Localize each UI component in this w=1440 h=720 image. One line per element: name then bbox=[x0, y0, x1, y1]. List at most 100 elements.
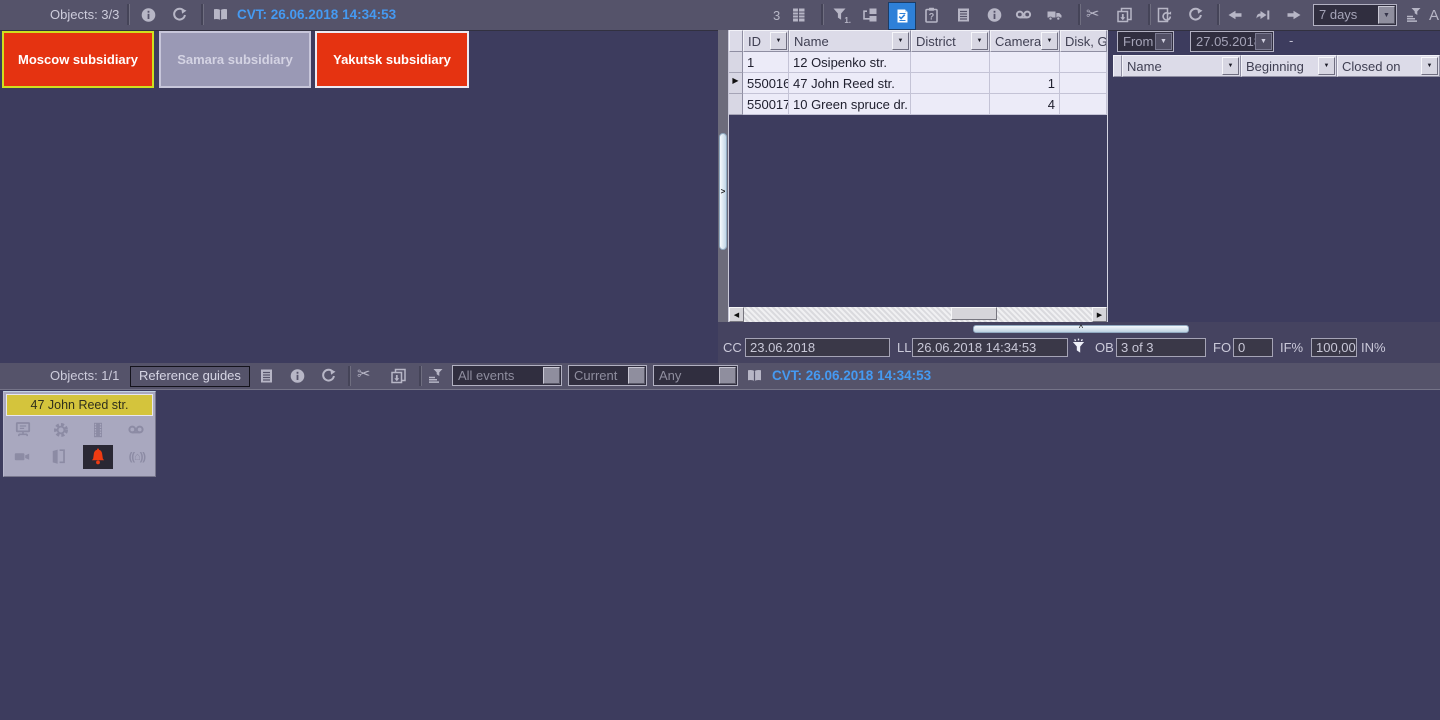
splitter-collapse-handle[interactable]: > bbox=[719, 133, 727, 250]
document-refresh-icon[interactable] bbox=[1156, 7, 1173, 23]
chevron-down-icon[interactable]: ▼ bbox=[1222, 57, 1239, 75]
alarm-bell-icon[interactable] bbox=[82, 445, 113, 469]
top-toolbar: Objects: 3/3 CVT: 26.06.2018 14:34:53 3 … bbox=[0, 0, 1440, 31]
report-count-label: 3 bbox=[773, 8, 781, 23]
clipboard-help-icon[interactable] bbox=[923, 7, 940, 23]
column-header-district[interactable]: District ▼ bbox=[911, 30, 990, 52]
arrow-skip-icon[interactable] bbox=[1254, 9, 1271, 21]
door-icon[interactable] bbox=[46, 448, 70, 467]
info-icon[interactable] bbox=[140, 7, 157, 23]
scrollbar-track[interactable] bbox=[744, 307, 1092, 322]
column-header-name[interactable]: Name ▼ bbox=[1122, 55, 1241, 77]
truck-icon[interactable] bbox=[1046, 7, 1063, 23]
report-table-icon[interactable] bbox=[790, 7, 807, 23]
chevron-down-icon[interactable]: ▼ bbox=[1318, 57, 1335, 75]
network-monitor-icon[interactable] bbox=[11, 421, 35, 440]
if-percent-field[interactable]: 100,00 bbox=[1311, 338, 1357, 357]
subsidiary-button-yakutsk[interactable]: Yakutsk subsidiary bbox=[315, 31, 469, 88]
toolbar-divider bbox=[1078, 4, 1081, 25]
horizontal-scrollbar[interactable]: ◀ ▶ bbox=[729, 307, 1107, 322]
column-header-disk[interactable]: Disk, G bbox=[1060, 30, 1107, 52]
chevron-down-icon[interactable] bbox=[628, 367, 645, 384]
events-filter-select[interactable]: All events bbox=[452, 365, 562, 386]
from-select[interactable]: From ▼ bbox=[1117, 31, 1174, 52]
book-icon[interactable] bbox=[211, 7, 230, 23]
paste-icon[interactable] bbox=[1116, 7, 1133, 23]
voicemail-icon[interactable] bbox=[1014, 7, 1033, 23]
table-row-selected[interactable]: ▶ 550016 47 John Reed str. 1 bbox=[729, 73, 1107, 94]
chevron-down-icon[interactable]: ▼ bbox=[892, 32, 909, 50]
chevron-down-icon[interactable]: ▼ bbox=[1421, 57, 1438, 75]
chevron-down-icon[interactable]: ▼ bbox=[971, 32, 988, 50]
subsidiary-button-moscow[interactable]: Moscow subsidiary bbox=[2, 31, 154, 88]
filter-1-icon[interactable]: 1. bbox=[831, 7, 851, 25]
video-archive-icon[interactable] bbox=[86, 421, 110, 440]
paste-icon[interactable] bbox=[390, 368, 407, 384]
document-lines-icon[interactable] bbox=[258, 368, 275, 384]
column-header-cameras[interactable]: Cameras ▼ bbox=[990, 30, 1060, 52]
radio-signal-icon[interactable]: ((⌂)) bbox=[125, 448, 149, 467]
chevron-down-icon[interactable] bbox=[543, 367, 560, 384]
book-icon[interactable] bbox=[745, 368, 764, 384]
toolbar-divider bbox=[1148, 4, 1151, 25]
scrollbar-thumb[interactable] bbox=[951, 307, 997, 320]
document-lines-icon[interactable] bbox=[955, 7, 972, 23]
reference-guides-button[interactable]: Reference guides bbox=[130, 366, 250, 387]
toolbar-divider bbox=[127, 4, 130, 25]
cell-name: 10 Green spruce dr. bbox=[789, 94, 911, 115]
chevron-down-icon[interactable]: ▼ bbox=[1041, 32, 1058, 50]
info-icon[interactable] bbox=[986, 7, 1003, 23]
column-header-beginning[interactable]: Beginning ▼ bbox=[1241, 55, 1337, 77]
scissors-icon[interactable]: ✂ bbox=[357, 367, 370, 383]
cell-name: 47 John Reed str. bbox=[789, 73, 911, 94]
vertical-splitter[interactable]: > bbox=[718, 30, 728, 363]
in-percent-label: IN% bbox=[1361, 340, 1386, 355]
chevron-down-icon[interactable]: ▼ bbox=[1255, 33, 1272, 50]
cc-date-field[interactable]: 23.06.2018 bbox=[745, 338, 890, 357]
settings-gear-icon[interactable] bbox=[49, 421, 73, 440]
chevron-down-icon[interactable]: ▼ bbox=[1155, 33, 1172, 50]
cc-label: CC bbox=[723, 340, 742, 355]
chevron-down-icon[interactable] bbox=[719, 367, 736, 384]
object-card-title[interactable]: 47 John Reed str. bbox=[6, 394, 153, 416]
toolbar-divider bbox=[201, 4, 204, 25]
info-icon[interactable] bbox=[289, 368, 306, 384]
scroll-right-button[interactable]: ▶ bbox=[1092, 307, 1107, 322]
cascade-icon[interactable] bbox=[861, 7, 878, 23]
fo-field[interactable]: 0 bbox=[1233, 338, 1273, 357]
cell-disk bbox=[1060, 52, 1107, 73]
object-card-47-john-reed[interactable]: 47 John Reed str. ((⌂)) bbox=[3, 391, 156, 477]
column-header-name[interactable]: Name ▼ bbox=[789, 30, 911, 52]
ll-datetime-field[interactable]: 26.06.2018 14:34:53 bbox=[912, 338, 1068, 357]
letter-a-icon[interactable]: A bbox=[1429, 7, 1439, 24]
camera-icon[interactable] bbox=[10, 448, 34, 467]
scissors-icon[interactable]: ✂ bbox=[1086, 7, 1099, 23]
funnel-icon[interactable] bbox=[1069, 338, 1088, 356]
ob-label: OB bbox=[1095, 340, 1114, 355]
filter-sort-icon[interactable] bbox=[427, 368, 444, 384]
chevron-down-icon[interactable]: ▼ bbox=[770, 32, 787, 50]
voicemail-icon[interactable] bbox=[124, 421, 148, 440]
scroll-left-button[interactable]: ◀ bbox=[729, 307, 744, 322]
filter-sort-icon[interactable] bbox=[1405, 7, 1422, 23]
horizontal-splitter-handle[interactable]: ^ bbox=[973, 324, 1189, 333]
chevron-down-icon[interactable]: ▼ bbox=[1378, 6, 1395, 24]
refresh-icon[interactable] bbox=[171, 7, 188, 23]
document-check-icon[interactable] bbox=[888, 2, 916, 30]
any-filter-select[interactable]: Any bbox=[653, 365, 738, 386]
arrow-forward-icon[interactable] bbox=[1286, 9, 1303, 21]
column-header-closed-on[interactable]: Closed on ▼ bbox=[1337, 55, 1440, 77]
from-date-select[interactable]: 27.05.2018 ▼ bbox=[1190, 31, 1274, 52]
current-filter-select[interactable]: Current bbox=[568, 365, 647, 386]
table-row[interactable]: 1 12 Osipenko str. bbox=[729, 52, 1107, 73]
refresh-icon[interactable] bbox=[320, 368, 337, 384]
arrow-back-icon[interactable] bbox=[1226, 9, 1243, 21]
ob-field[interactable]: 3 of 3 bbox=[1116, 338, 1206, 357]
subsidiary-button-samara[interactable]: Samara subsidiary bbox=[159, 31, 311, 88]
column-header-id[interactable]: ID ▼ bbox=[743, 30, 789, 52]
period-select[interactable]: 7 days ▼ bbox=[1313, 4, 1397, 26]
table-row[interactable]: 550017 10 Green spruce dr. 4 bbox=[729, 94, 1107, 115]
if-percent-label: IF% bbox=[1280, 340, 1304, 355]
refresh-icon[interactable] bbox=[1187, 7, 1204, 23]
row-indicator bbox=[729, 52, 743, 73]
